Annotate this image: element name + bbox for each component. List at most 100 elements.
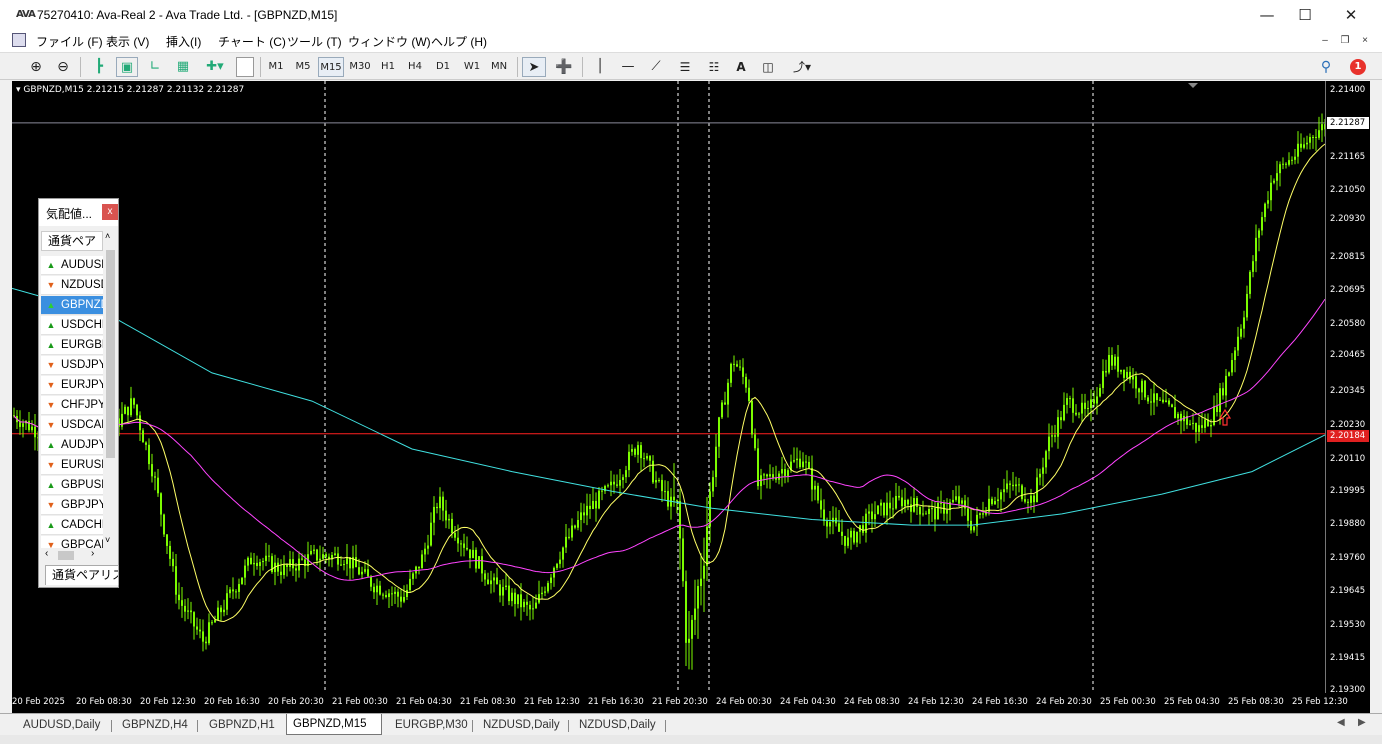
candle-body	[937, 502, 939, 520]
arrows-dropdown-icon[interactable]: ⤴▾	[786, 57, 818, 77]
candle-body	[442, 496, 444, 511]
scroll-left-icon[interactable]: ‹	[45, 548, 48, 559]
line-chart-icon[interactable]: ∟	[144, 57, 166, 77]
mdi-close-icon[interactable]: ×	[1358, 34, 1372, 48]
fibonacci-icon[interactable]: ☷	[703, 57, 725, 77]
market-watch-row[interactable]: ▼ USDJPY	[41, 356, 103, 375]
market-watch-row[interactable]: ▼ EURUSD	[41, 456, 103, 475]
candle-body	[202, 631, 204, 642]
tabs-scroll-left-icon[interactable]: ◀	[1337, 717, 1345, 728]
market-watch-close-button[interactable]: x	[102, 204, 118, 220]
tab-nzdusd-daily-2[interactable]: NZDUSD,Daily	[573, 717, 662, 735]
market-watch-row[interactable]: ▼ CHFJPY	[41, 396, 103, 415]
candle-body	[178, 594, 180, 601]
zoom-out-icon[interactable]: ⊖	[52, 57, 74, 77]
trendline-icon[interactable]: ⟋	[646, 57, 666, 77]
market-watch-row[interactable]: ▲ AUDUSD	[41, 256, 103, 275]
chart-shift-icon[interactable]	[236, 57, 254, 77]
timeframe-m5[interactable]: M5	[292, 57, 314, 77]
tab-gbpnzd-m15[interactable]: GBPNZD,M15	[286, 714, 382, 735]
menu-insert[interactable]: 挿入(I)	[166, 33, 201, 50]
menu-file[interactable]: ファイル (F)	[36, 33, 103, 50]
price-label: 2.20695	[1330, 285, 1366, 295]
candle-body	[1012, 484, 1014, 487]
scroll-right-icon[interactable]: ›	[91, 548, 94, 559]
candle-body	[424, 548, 426, 555]
add-template-icon[interactable]: ✚▾	[200, 57, 230, 77]
candle-body	[1102, 371, 1104, 388]
zoom-in-icon[interactable]: ⊕	[25, 57, 47, 77]
menu-window[interactable]: ウィンドウ (W)	[348, 33, 431, 50]
market-watch-row[interactable]: ▼ NZDUSD	[41, 276, 103, 295]
menu-tools[interactable]: ツール (T)	[287, 33, 342, 50]
price-chart[interactable]	[12, 81, 1325, 693]
candle-body	[676, 500, 678, 502]
market-watch-scroll-thumb[interactable]	[106, 250, 115, 458]
horizontal-line-icon[interactable]: —	[618, 57, 638, 77]
menu-view[interactable]: 表示 (V)	[106, 33, 149, 50]
price-scale[interactable]: 2.21400 2.21287 2.21165 2.21050 2.20930 2.208…	[1325, 81, 1370, 695]
candle-body	[1285, 163, 1287, 165]
market-watch-header[interactable]: 気配値... x	[39, 199, 118, 226]
scroll-up-icon[interactable]: ˄	[105, 231, 110, 241]
timeframe-m15[interactable]: M15	[318, 57, 344, 77]
equidistant-channel-icon[interactable]: ☰	[674, 57, 696, 77]
maximize-button[interactable]: ☐	[1282, 0, 1328, 30]
candle-body	[535, 602, 537, 609]
close-button[interactable]: ✕	[1328, 0, 1374, 30]
market-watch-row[interactable]: ▲ AUDJPY	[41, 436, 103, 455]
menu-help[interactable]: ヘルプ (H)	[431, 33, 487, 50]
text-icon[interactable]: A	[731, 57, 751, 77]
market-watch-row[interactable]: ▲ GBPNZD	[41, 296, 103, 315]
timeframe-h4[interactable]: H4	[404, 57, 426, 77]
chart-window-icon[interactable]	[12, 33, 26, 47]
candle-body	[406, 590, 408, 597]
hscroll-thumb[interactable]	[58, 551, 74, 560]
tab-gbpnzd-h1[interactable]: GBPNZD,H1	[203, 717, 281, 735]
candlestick-icon[interactable]: ▣	[116, 57, 138, 77]
market-watch-row[interactable]: ▼ GBPJPY	[41, 496, 103, 515]
time-label: 25 Feb 04:30	[1164, 697, 1220, 707]
timeframe-d1[interactable]: D1	[432, 57, 454, 77]
search-icon[interactable]: ⚲	[1316, 57, 1336, 77]
mdi-restore-icon[interactable]: ❐	[1338, 34, 1352, 48]
scroll-down-icon[interactable]: ˅	[105, 535, 110, 545]
mdi-minimize-icon[interactable]: –	[1318, 34, 1332, 48]
market-watch-row[interactable]: ▲ EURGBP	[41, 336, 103, 355]
candle-body	[136, 404, 138, 416]
timeframe-w1[interactable]: W1	[460, 57, 484, 77]
cursor-icon[interactable]: ➤	[522, 57, 546, 77]
candle-body	[1060, 417, 1062, 421]
timeframe-h1[interactable]: H1	[377, 57, 399, 77]
candle-body	[1192, 422, 1194, 424]
timeframe-m30[interactable]: M30	[348, 57, 372, 77]
timeframe-m1[interactable]: M1	[265, 57, 287, 77]
bar-chart-icon[interactable]: ┣	[88, 57, 110, 77]
market-watch-hscrollbar[interactable]: ‹ ›	[41, 548, 117, 562]
market-watch-row[interactable]: ▲ USDCHF	[41, 316, 103, 335]
candle-body	[1114, 356, 1116, 366]
tab-gbpnzd-h4[interactable]: GBPNZD,H4	[116, 717, 194, 735]
menu-chart[interactable]: チャート (C)	[218, 33, 286, 50]
candle-body	[1081, 402, 1083, 414]
tab-audusd-daily[interactable]: AUDUSD,Daily	[17, 717, 106, 735]
tabs-scroll-right-icon[interactable]: ▶	[1358, 717, 1366, 728]
arrow-up-icon: ▲	[46, 320, 56, 330]
notifications-icon[interactable]: 1	[1344, 57, 1370, 77]
timeframe-mn[interactable]: MN	[487, 57, 511, 77]
text-label-icon[interactable]: ◫	[758, 57, 778, 77]
crosshair-icon[interactable]: ➕	[553, 57, 575, 77]
time-scale[interactable]: 20 Feb 2025 20 Feb 08:30 20 Feb 12:30 20 Fe…	[12, 693, 1370, 713]
chart-canvas	[12, 81, 1325, 693]
tab-symbols-list[interactable]: 通貨ペアリスト	[45, 565, 119, 585]
market-watch-row[interactable]: ▲ CADCHF	[41, 516, 103, 535]
autoscroll-icon[interactable]: ▦	[172, 57, 194, 77]
tab-nzdusd-daily-1[interactable]: NZDUSD,Daily	[477, 717, 566, 735]
market-watch-row[interactable]: ▼ USDCAD	[41, 416, 103, 435]
market-watch-row[interactable]: ▼ EURJPY	[41, 376, 103, 395]
tab-eurgbp-m30[interactable]: EURGBP,M30	[389, 717, 474, 735]
column-header-symbol[interactable]: 通貨ペア	[41, 231, 103, 251]
chart-tabs-bar: AUDUSD,Daily GBPNZD,H4 GBPNZD,H1 GBPNZD,…	[0, 713, 1382, 735]
vertical-line-icon[interactable]: │	[590, 57, 610, 77]
market-watch-row[interactable]: ▲ GBPUSD	[41, 476, 103, 495]
